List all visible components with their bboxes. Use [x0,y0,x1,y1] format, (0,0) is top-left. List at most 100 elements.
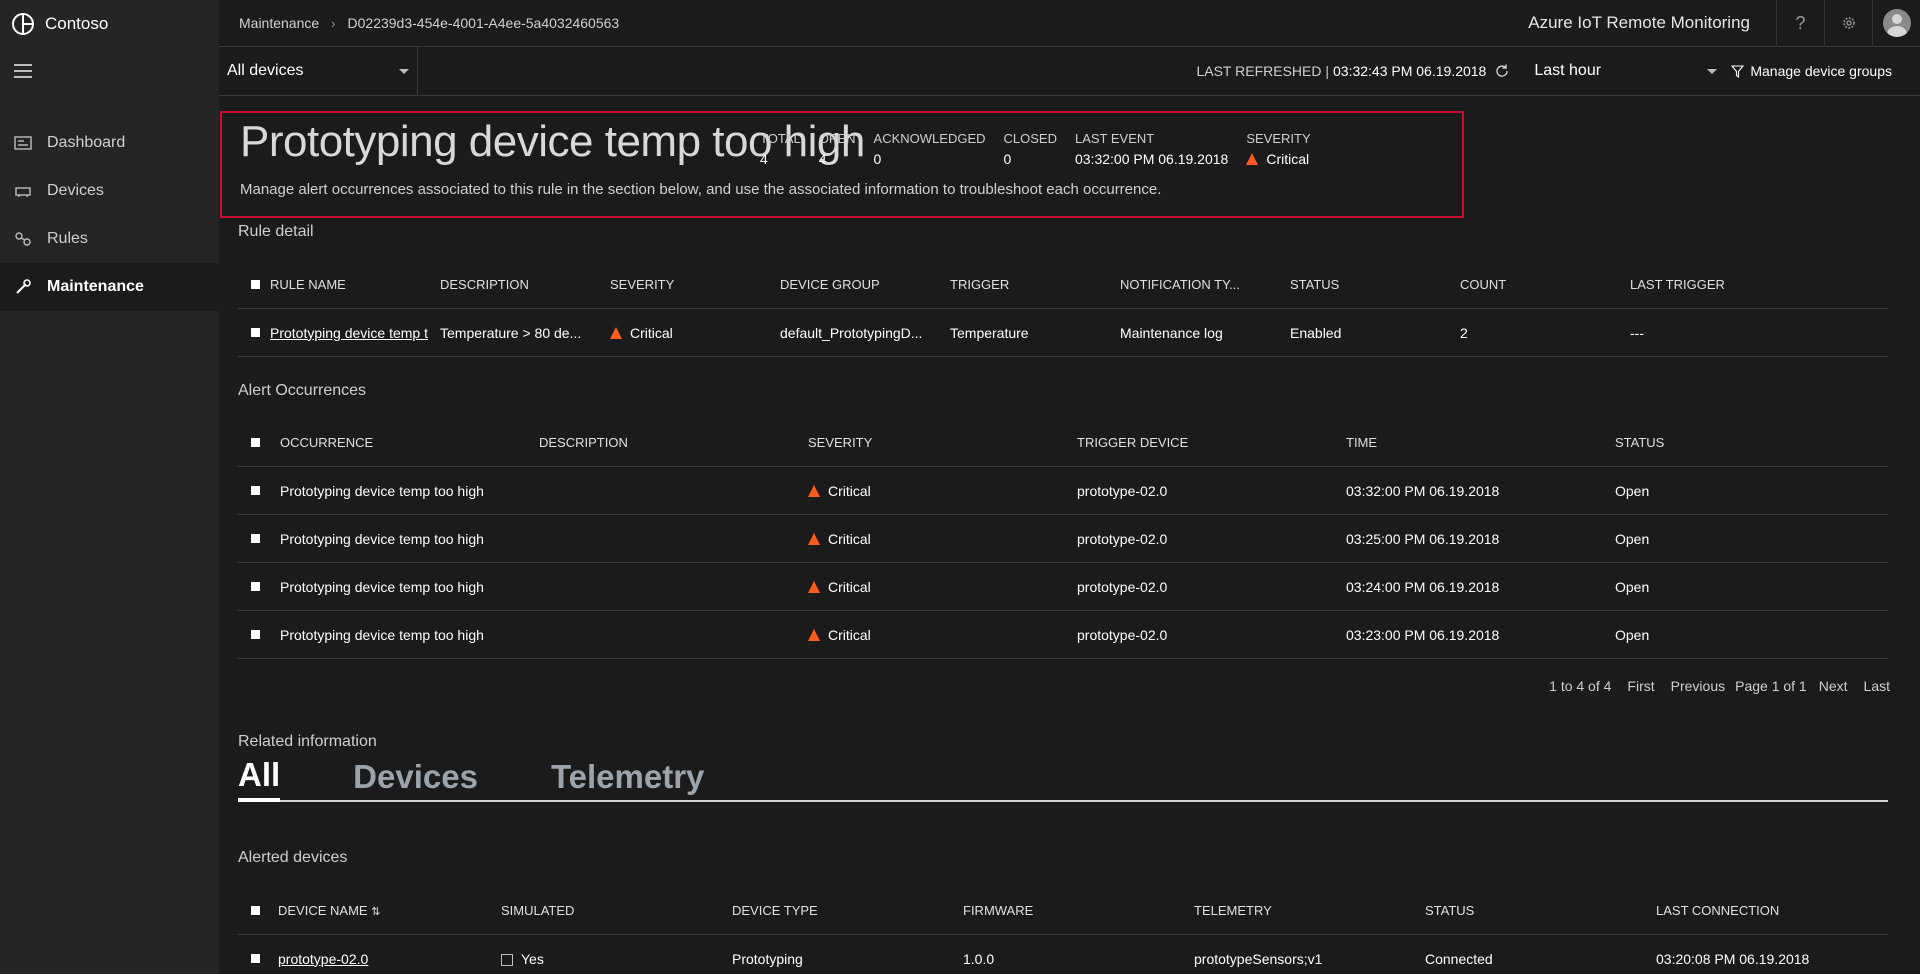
column-header[interactable]: SIMULATED [501,903,732,918]
rule-summary-header: Prototyping device temp too high TOTAL 4 … [220,111,1464,218]
user-avatar-button[interactable] [1872,0,1920,47]
column-header[interactable]: LAST CONNECTION [1656,903,1856,918]
tab-telemetry[interactable]: Telemetry [551,758,704,800]
pager-last-button[interactable]: Last [1864,678,1890,694]
column-header[interactable]: TRIGGER [950,277,1120,292]
table-row[interactable]: Prototyping device temp too high Critica… [238,515,1888,563]
dashboard-icon [14,136,32,150]
table-cell: prototypeSensors;v1 [1194,950,1323,967]
table-row[interactable]: Prototyping device temp t Temperature > … [238,309,1888,357]
column-header[interactable]: TRIGGER DEVICE [1077,435,1346,450]
column-header[interactable]: TIME [1346,435,1615,450]
stat-value: 4 [760,151,768,167]
select-all-checkbox[interactable] [251,906,260,915]
chevron-down-icon [1707,68,1718,74]
column-header[interactable]: DESCRIPTION [440,277,610,292]
time-range-select[interactable]: Last hour [1510,47,1725,96]
stat-severity: SEVERITY Critical [1246,131,1311,168]
table-cell: 03:25:00 PM 06.19.2018 [1346,530,1500,547]
tab-all[interactable]: All [238,756,281,802]
simulated-text: Yes [521,950,544,967]
column-header[interactable]: TELEMETRY [1194,903,1425,918]
column-header-device-name[interactable]: DEVICE NAME ⇅ [270,903,501,918]
column-header[interactable]: DEVICE TYPE [732,903,963,918]
sidebar-item-label: Maintenance [47,278,144,295]
manage-device-groups-button[interactable]: Manage device groups [1725,63,1920,79]
contoso-logo-icon [12,12,34,35]
pager-first-button[interactable]: First [1627,678,1654,694]
breadcrumb: Maintenance › D02239d3-454e-4001-A4ee-5a… [219,15,619,31]
column-header[interactable]: NOTIFICATION TY... [1120,277,1290,292]
tab-devices[interactable]: Devices [353,758,478,800]
sidebar-item-rules[interactable]: Rules [0,215,219,263]
column-header[interactable]: FIRMWARE [963,903,1194,918]
column-header[interactable]: LAST TRIGGER [1630,277,1800,292]
device-name-link[interactable]: prototype-02.0 [270,951,501,967]
pager-previous-button[interactable]: Previous [1671,678,1725,694]
stat-open: OPEN 4 [819,131,856,168]
column-header[interactable]: COUNT [1460,277,1630,292]
context-bar: All devices LAST REFRESHED | 03:32:43 PM… [219,46,1920,96]
table-row[interactable]: prototype-02.0 Yes Prototyping 1.0.0 pro… [238,935,1888,974]
table-cell: --- [1630,324,1644,341]
severity-text: Critical [828,578,871,595]
table-row[interactable]: Prototyping device temp too high Critica… [238,467,1888,515]
column-header[interactable]: RULE NAME [270,277,440,292]
row-checkbox[interactable] [251,534,260,543]
sidebar-item-label: Rules [47,230,88,247]
last-refreshed-value: 03:32:43 PM 06.19.2018 [1333,63,1487,79]
chevron-right-icon: › [331,15,336,31]
row-checkbox[interactable] [251,954,260,963]
brand[interactable]: Contoso [0,0,219,47]
table-row[interactable]: Prototyping device temp too high Critica… [238,563,1888,611]
rule-name-link[interactable]: Prototyping device temp t [270,325,440,341]
menu-toggle-icon[interactable] [14,64,32,78]
stat-acknowledged: ACKNOWLEDGED 0 [874,131,986,168]
sort-icon[interactable]: ⇅ [371,906,380,918]
alerted-devices-label: Alerted devices [238,849,348,866]
time-range-value: Last hour [1534,62,1602,79]
row-checkbox[interactable] [251,328,260,337]
table-row[interactable]: Prototyping device temp too high Critica… [238,611,1888,659]
simulated-cell: Yes [501,951,732,967]
column-header[interactable]: STATUS [1615,435,1815,450]
devices-icon [15,187,31,197]
column-header[interactable]: STATUS [1290,277,1460,292]
column-header[interactable]: SEVERITY [610,277,780,292]
column-header[interactable]: DEVICE GROUP [780,277,950,292]
sidebar-item-maintenance[interactable]: Maintenance [0,263,219,311]
critical-warning-icon [808,532,820,545]
row-checkbox[interactable] [251,582,260,591]
maintenance-icon [16,279,31,294]
rules-icon [15,232,31,246]
severity-text: Critical [1266,151,1310,167]
row-checkbox[interactable] [251,630,260,639]
device-group-value: All devices [227,62,304,79]
avatar-icon [1882,9,1911,37]
row-checkbox[interactable] [251,486,260,495]
settings-gear-icon[interactable] [1824,0,1872,47]
refresh-icon[interactable] [1494,63,1510,79]
column-header[interactable]: DESCRIPTION [539,435,808,450]
stat-key: CLOSED [1003,131,1057,146]
sidebar-item-dashboard[interactable]: Dashboard [0,119,219,167]
select-all-checkbox[interactable] [251,438,260,447]
device-group-select[interactable]: All devices [219,46,418,96]
pager-next-button[interactable]: Next [1819,678,1848,694]
sidebar-item-devices[interactable]: Devices [0,167,219,215]
sidebar-nav: Dashboard Devices Rules Maintenance [0,119,219,311]
alerted-devices-table: DEVICE NAME ⇅ SIMULATED DEVICE TYPE FIRM… [238,887,1888,974]
related-tabs: All Devices Telemetry [238,756,1888,802]
rule-detail-label: Rule detail [238,223,314,240]
sidebar-item-label: Devices [47,182,104,199]
select-all-checkbox[interactable] [251,280,260,289]
column-header[interactable]: STATUS [1425,903,1656,918]
breadcrumb-maintenance[interactable]: Maintenance [239,15,319,31]
help-icon[interactable]: ? [1776,0,1824,47]
severity-text: Critical [828,530,871,547]
column-header[interactable]: OCCURRENCE [270,435,539,450]
table-header: RULE NAME DESCRIPTION SEVERITY DEVICE GR… [238,261,1888,309]
last-refreshed: LAST REFRESHED | 03:32:43 PM 06.19.2018 [1196,63,1510,79]
column-header-label: DEVICE NAME [278,903,368,918]
column-header[interactable]: SEVERITY [808,435,1077,450]
